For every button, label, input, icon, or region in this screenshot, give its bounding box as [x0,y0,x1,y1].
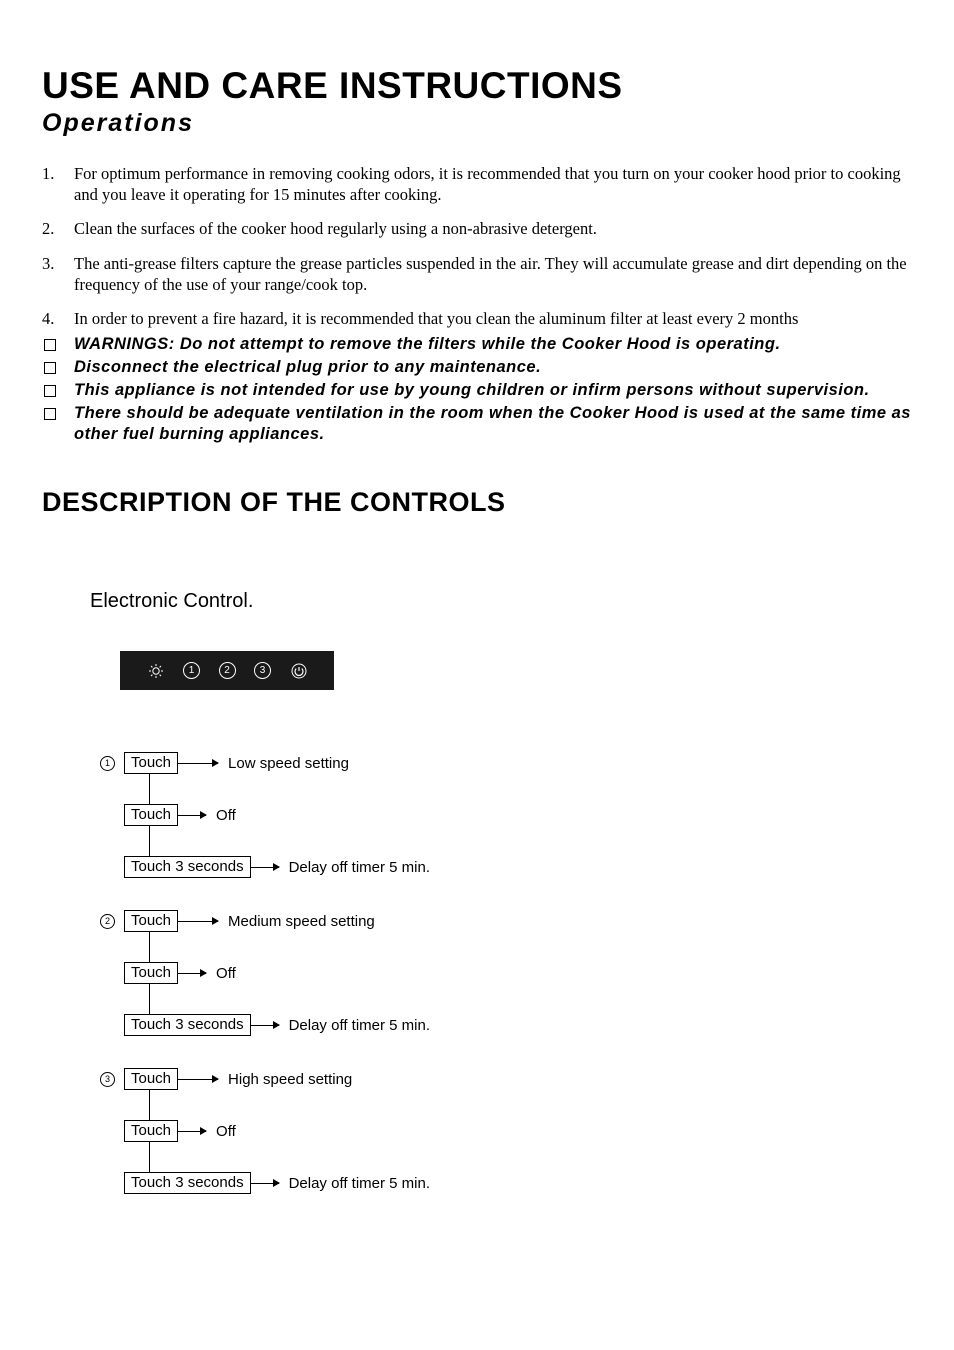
flow-number-icon: 3 [100,1072,115,1087]
operations-list: 1. For optimum performance in removing c… [42,164,912,330]
speed-3-button: 3 [254,662,271,679]
warning-text: There should be adequate ventilation in … [74,403,912,445]
warning-item: WARNINGS: Do not attempt to remove the f… [42,334,912,357]
connector-line [149,1090,171,1120]
flow-group-1: 1 Touch Low speed setting Touch Off Touc… [102,752,912,878]
result-text: Off [216,1123,236,1140]
arrow-icon [178,815,206,816]
list-item: 3. The anti-grease filters capture the g… [42,254,912,295]
warning-item: This appliance is not intended for use b… [42,380,912,403]
action-box: Touch 3 seconds [124,1014,251,1036]
checkbox-icon [42,357,74,380]
arrow-icon [178,921,218,922]
page-title: USE AND CARE INSTRUCTIONS [42,65,912,107]
control-panel: 1 2 3 [120,651,334,690]
list-text: For optimum performance in removing cook… [74,164,912,205]
checkbox-icon [42,380,74,403]
list-number: 3. [42,254,74,295]
power-icon [290,662,308,680]
flow-row: Touch Off [102,804,912,826]
action-box: Touch 3 seconds [124,1172,251,1194]
warning-item: There should be adequate ventilation in … [42,403,912,445]
flow-row: Touch Off [102,1120,912,1142]
flow-row: 3 Touch High speed setting [102,1068,912,1090]
flow-row: Touch 3 seconds Delay off timer 5 min. [102,1172,912,1194]
list-text: The anti-grease filters capture the grea… [74,254,912,295]
section-heading: DESCRIPTION OF THE CONTROLS [42,487,912,518]
arrow-icon [178,763,218,764]
electronic-control-label: Electronic Control. [90,590,912,613]
list-number: 4. [42,309,74,330]
arrow-icon [251,867,279,868]
flow-row: Touch 3 seconds Delay off timer 5 min. [102,856,912,878]
arrow-icon [178,973,206,974]
action-box: Touch [124,804,178,826]
action-box: Touch [124,752,178,774]
list-item: 4. In order to prevent a fire hazard, it… [42,309,912,330]
result-text: High speed setting [228,1071,352,1088]
page-subtitle: Operations [42,109,912,138]
action-box: Touch [124,910,178,932]
arrow-icon [178,1079,218,1080]
connector-line [149,1142,171,1172]
action-box: Touch [124,1120,178,1142]
light-icon [147,662,165,680]
flow-group-3: 3 Touch High speed setting Touch Off Tou… [102,1068,912,1194]
result-text: Delay off timer 5 min. [289,859,430,876]
result-text: Off [216,807,236,824]
result-text: Delay off timer 5 min. [289,1175,430,1192]
flow-row: Touch Off [102,962,912,984]
flow-number-icon: 1 [100,756,115,771]
warning-text: This appliance is not intended for use b… [74,380,870,403]
flow-row: Touch 3 seconds Delay off timer 5 min. [102,1014,912,1036]
arrow-icon [178,1131,206,1132]
flow-number-icon: 2 [100,914,115,929]
checkbox-icon [42,334,74,357]
action-box: Touch [124,962,178,984]
speed-1-button: 1 [183,662,200,679]
speed-2-button: 2 [219,662,236,679]
result-text: Delay off timer 5 min. [289,1017,430,1034]
arrow-icon [251,1183,279,1184]
list-text: Clean the surfaces of the cooker hood re… [74,219,597,240]
connector-line [149,826,171,856]
flow-row: 2 Touch Medium speed setting [102,910,912,932]
warning-text: Disconnect the electrical plug prior to … [74,357,541,380]
warning-item: Disconnect the electrical plug prior to … [42,357,912,380]
list-item: 2. Clean the surfaces of the cooker hood… [42,219,912,240]
connector-line [149,984,171,1014]
list-text: In order to prevent a fire hazard, it is… [74,309,798,330]
list-number: 2. [42,219,74,240]
result-text: Low speed setting [228,755,349,772]
control-flows: 1 Touch Low speed setting Touch Off Touc… [102,752,912,1194]
result-text: Off [216,965,236,982]
warning-text: WARNINGS: Do not attempt to remove the f… [74,334,781,357]
flow-row: 1 Touch Low speed setting [102,752,912,774]
action-box: Touch [124,1068,178,1090]
list-number: 1. [42,164,74,205]
checkbox-icon [42,403,74,445]
flow-group-2: 2 Touch Medium speed setting Touch Off T… [102,910,912,1036]
warnings-list: WARNINGS: Do not attempt to remove the f… [42,334,912,446]
list-item: 1. For optimum performance in removing c… [42,164,912,205]
result-text: Medium speed setting [228,913,375,930]
connector-line [149,774,171,804]
connector-line [149,932,171,962]
arrow-icon [251,1025,279,1026]
action-box: Touch 3 seconds [124,856,251,878]
